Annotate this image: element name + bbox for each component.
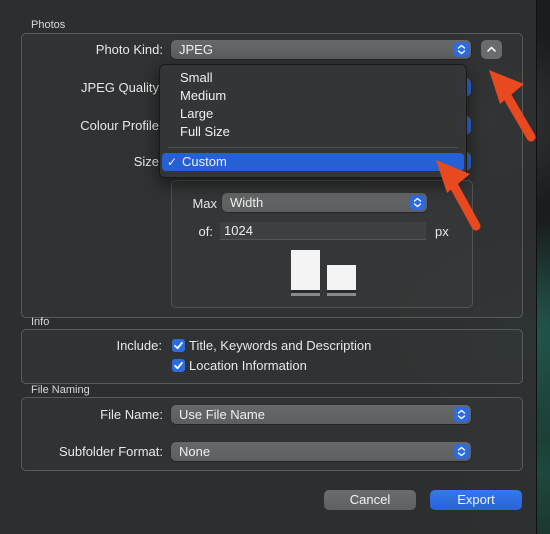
jpeg-quality-label: JPEG Quality [80,80,159,95]
menu-item-full-size[interactable]: Full Size [160,123,466,141]
include-label: Include: [116,338,162,353]
size-label: Size [133,154,159,169]
section-title-photos: Photos [31,19,66,31]
max-label: Max [192,196,217,211]
subfolder-format-popup[interactable]: None [171,442,471,461]
menu-separator [168,147,458,148]
photo-kind-label: Photo Kind: [95,42,163,57]
checkmark-icon [174,341,183,350]
size-dropdown-menu: Small Medium Large Full Size ✓ Custom [159,64,467,178]
up-down-chevron-icon [454,444,469,459]
checkmark-icon [174,361,183,370]
cancel-button[interactable]: Cancel [324,490,416,510]
chevron-up-icon [487,46,496,52]
file-name-label: File Name: [100,407,163,422]
export-dialog: Photos Photo Kind: JPEG JPEG Quality Col… [0,0,537,534]
file-name-popup[interactable]: Use File Name [171,405,471,424]
disclosure-button[interactable] [481,40,502,59]
location-info-checkbox[interactable] [172,359,185,372]
up-down-chevron-icon [454,407,469,422]
photo-kind-value: JPEG [179,42,213,57]
menu-item-medium[interactable]: Medium [160,87,466,105]
file-name-value: Use File Name [179,407,265,422]
menu-item-large[interactable]: Large [160,105,466,123]
checkmark-icon: ✓ [167,155,178,169]
subfolder-format-value: None [179,444,211,459]
annotation-arrow-icon [436,160,481,231]
section-title-file-naming: File Naming [31,384,90,396]
title-keywords-label: Title, Keywords and Description [189,338,372,353]
photo-kind-popup[interactable]: JPEG [171,40,471,59]
up-down-chevron-icon [454,42,469,57]
subfolder-format-label: Subfolder Format: [58,444,163,459]
menu-item-custom[interactable]: ✓ Custom [162,153,464,171]
title-keywords-checkbox[interactable] [172,339,185,352]
max-dimension-popup[interactable]: Width [222,193,427,212]
landscape-preview-icon [327,265,356,293]
annotation-arrow-icon [489,70,536,142]
size-value-field[interactable]: 1024 [220,222,426,240]
of-label: of: [198,224,213,239]
section-title-info: Info [31,316,50,328]
max-dimension-value: Width [230,195,264,210]
portrait-preview-icon [291,250,320,293]
location-info-label: Location Information [189,358,307,373]
menu-item-custom-label: Custom [182,154,227,169]
up-down-chevron-icon [410,195,425,210]
export-button[interactable]: Export [430,490,522,510]
colour-profile-label: Colour Profile [80,118,159,133]
menu-item-small[interactable]: Small [160,69,466,87]
